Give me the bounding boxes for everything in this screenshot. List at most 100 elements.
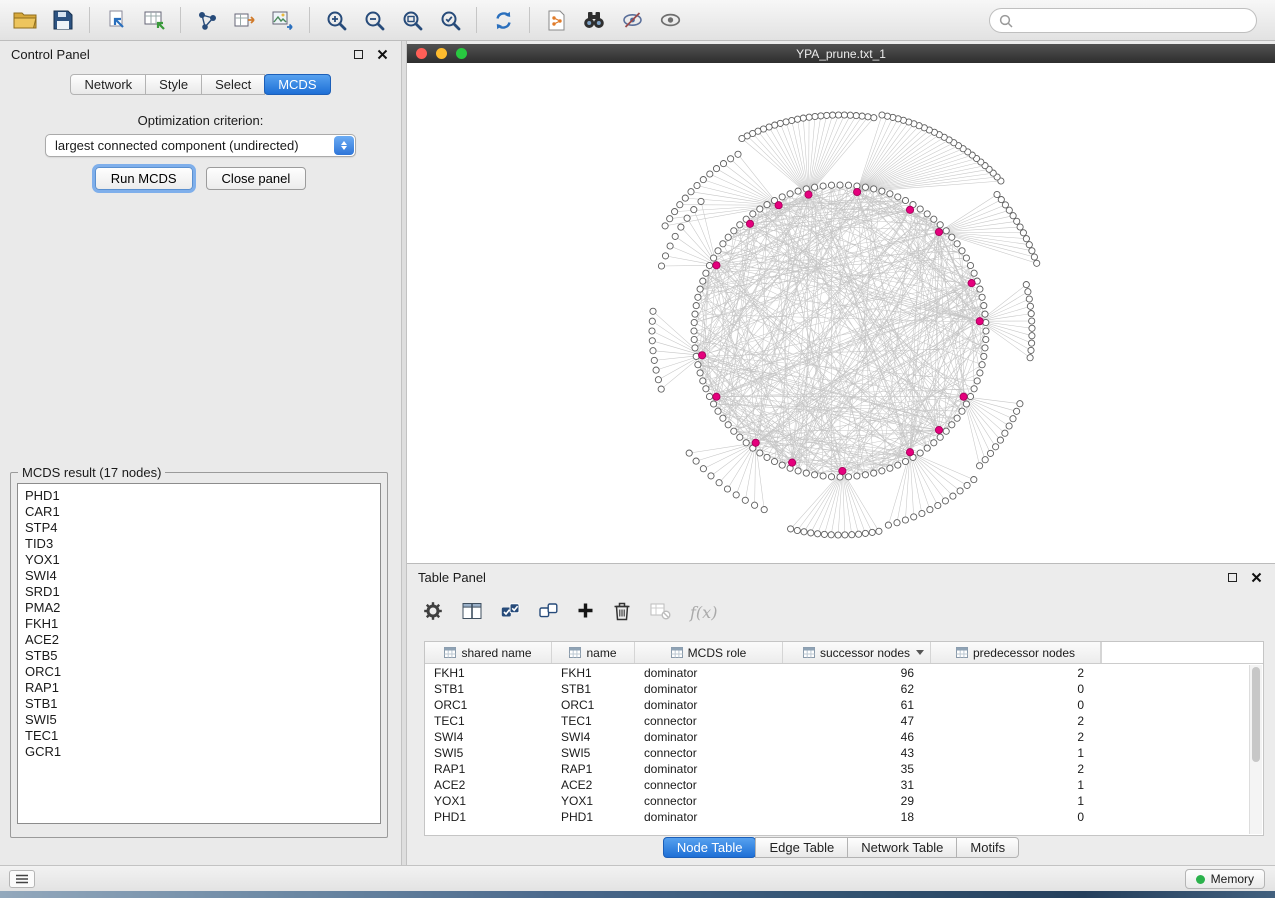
run-mcds-button[interactable]: Run MCDS [95,167,193,190]
network-window-titlebar[interactable]: YPA_prune.txt_1 [407,44,1275,63]
column-header-shared-name[interactable]: shared name [425,642,552,663]
status-menu-button[interactable] [9,870,35,888]
cell-predecessor-nodes: 1 [931,778,1101,792]
table-row[interactable]: TEC1TEC1connector472 [425,713,1263,729]
add-entry-button[interactable] [577,602,594,622]
import-network-icon [106,10,126,30]
share-document-button[interactable] [537,4,575,36]
tab-network-table[interactable]: Network Table [847,837,957,858]
result-node-item[interactable]: SWI4 [25,568,373,584]
tab-select[interactable]: Select [201,74,265,95]
table-scrollbar[interactable] [1249,665,1262,834]
column-header-predecessor-nodes[interactable]: predecessor nodes [931,642,1101,663]
cell-mcds-role: dominator [635,666,783,680]
choose-columns-button[interactable] [462,602,482,623]
zoom-fit-button[interactable] [393,4,431,36]
table-body: FKH1FKH1dominator962STB1STB1dominator620… [425,665,1263,835]
table-row[interactable]: YOX1YOX1connector291 [425,793,1263,809]
show-graphics-button[interactable] [651,4,689,36]
function-builder-button[interactable]: f(x) [690,603,717,622]
float-table-panel-icon[interactable] [1225,570,1240,585]
result-node-item[interactable]: CAR1 [25,504,373,520]
cell-mcds-role: dominator [635,682,783,696]
table-row[interactable]: PHD1PHD1dominator180 [425,809,1263,825]
cell-name: SWI5 [552,746,635,760]
import-table-button[interactable] [135,4,173,36]
result-node-item[interactable]: STB5 [25,648,373,664]
column-header-filler [1101,642,1263,663]
sort-arrow-icon[interactable] [916,650,924,655]
control-panel-header: Control Panel [0,41,401,68]
export-network-button[interactable] [188,4,226,36]
export-table-button[interactable] [226,4,264,36]
export-image-button[interactable] [264,4,302,36]
cell-shared-name: SWI5 [425,746,552,760]
clear-entries-button[interactable] [650,602,671,623]
cell-shared-name: PHD1 [425,810,552,824]
zoom-selected-icon [440,10,461,31]
result-node-item[interactable]: SRD1 [25,584,373,600]
column-header-mcds-role[interactable]: MCDS role [635,642,783,663]
toolbar-separator [529,7,530,33]
result-node-item[interactable]: STB1 [25,696,373,712]
table-row[interactable]: SWI5SWI5connector431 [425,745,1263,761]
zoom-out-button[interactable] [355,4,393,36]
tab-mcds[interactable]: MCDS [264,74,330,95]
zoom-in-button[interactable] [317,4,355,36]
table-row[interactable]: ORC1ORC1dominator610 [425,697,1263,713]
result-node-item[interactable]: GCR1 [25,744,373,760]
tab-network[interactable]: Network [70,74,146,95]
settings-icon [423,601,443,621]
result-node-item[interactable]: ACE2 [25,632,373,648]
column-type-icon [569,647,581,658]
hide-graphics-button[interactable] [613,4,651,36]
network-canvas[interactable] [407,63,1275,563]
table-row[interactable]: STB1STB1dominator620 [425,681,1263,697]
memory-button[interactable]: Memory [1185,869,1265,889]
save-session-button[interactable] [44,4,82,36]
settings-button[interactable] [423,601,443,624]
result-node-item[interactable]: SWI5 [25,712,373,728]
table-row[interactable]: RAP1RAP1dominator352 [425,761,1263,777]
close-panel-button[interactable]: Close panel [206,167,307,190]
tab-motifs[interactable]: Motifs [956,837,1019,858]
table-row[interactable]: FKH1FKH1dominator962 [425,665,1263,681]
table-scrollbar-thumb[interactable] [1252,667,1260,762]
table-row[interactable]: SWI4SWI4dominator462 [425,729,1263,745]
close-panel-icon[interactable] [375,47,390,62]
cell-name: ORC1 [552,698,635,712]
delete-entry-button[interactable] [613,601,631,624]
result-node-item[interactable]: FKH1 [25,616,373,632]
import-network-button[interactable] [97,4,135,36]
network-graph[interactable] [407,63,1275,563]
table-row[interactable]: ACE2ACE2connector311 [425,777,1263,793]
search-network-button[interactable] [575,4,613,36]
deselect-all-button[interactable] [539,603,558,621]
result-node-item[interactable]: ORC1 [25,664,373,680]
search-input[interactable] [1019,14,1247,28]
result-node-item[interactable]: TID3 [25,536,373,552]
result-node-item[interactable]: STP4 [25,520,373,536]
select-all-button[interactable] [501,603,520,621]
optimization-dropdown[interactable]: largest connected component (undirected) [45,134,356,157]
open-session-button[interactable] [6,4,44,36]
network-window-title: YPA_prune.txt_1 [407,47,1275,61]
refresh-layout-button[interactable] [484,4,522,36]
cell-name: STB1 [552,682,635,696]
result-node-item[interactable]: YOX1 [25,552,373,568]
search-network-icon [583,11,605,29]
result-node-item[interactable]: RAP1 [25,680,373,696]
result-node-item[interactable]: TEC1 [25,728,373,744]
result-node-item[interactable]: PMA2 [25,600,373,616]
zoom-selected-button[interactable] [431,4,469,36]
toolbar-separator [180,7,181,33]
close-table-panel-icon[interactable] [1249,570,1264,585]
result-node-item[interactable]: PHD1 [25,488,373,504]
float-panel-icon[interactable] [351,47,366,62]
tab-style[interactable]: Style [145,74,202,95]
column-header-successor-nodes[interactable]: successor nodes [783,642,931,663]
tab-node-table[interactable]: Node Table [663,837,757,858]
share-document-icon [547,10,566,31]
tab-edge-table[interactable]: Edge Table [755,837,848,858]
column-header-name[interactable]: name [552,642,635,663]
